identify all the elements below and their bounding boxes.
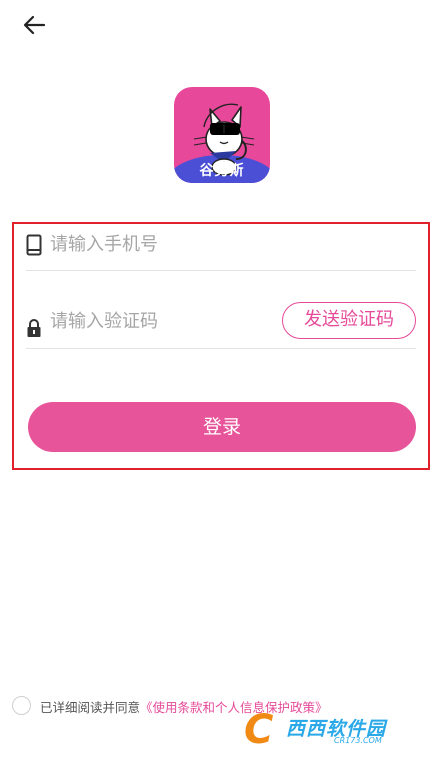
phone-field bbox=[26, 224, 416, 271]
watermark-subtitle: CR173.COM bbox=[334, 736, 382, 745]
back-button[interactable] bbox=[20, 10, 50, 40]
watermark: C 西西软件园 CR173.COM bbox=[244, 707, 424, 753]
login-form: 发送验证码 登录 bbox=[12, 222, 430, 470]
phone-input[interactable] bbox=[50, 230, 280, 258]
code-input[interactable] bbox=[50, 307, 280, 335]
agree-radio[interactable] bbox=[12, 696, 31, 715]
watermark-logo-icon: C bbox=[244, 707, 274, 753]
back-arrow-icon bbox=[23, 15, 46, 35]
app-logo: 谷男斯 bbox=[174, 87, 270, 183]
send-code-button[interactable]: 发送验证码 bbox=[282, 302, 416, 339]
phone-icon bbox=[26, 234, 42, 260]
code-field: 发送验证码 bbox=[26, 300, 416, 349]
login-button[interactable]: 登录 bbox=[28, 402, 416, 452]
lock-icon bbox=[26, 318, 42, 342]
agreement-prefix: 已详细阅读并同意 bbox=[40, 700, 141, 715]
logo-text: 谷男斯 bbox=[199, 163, 245, 179]
